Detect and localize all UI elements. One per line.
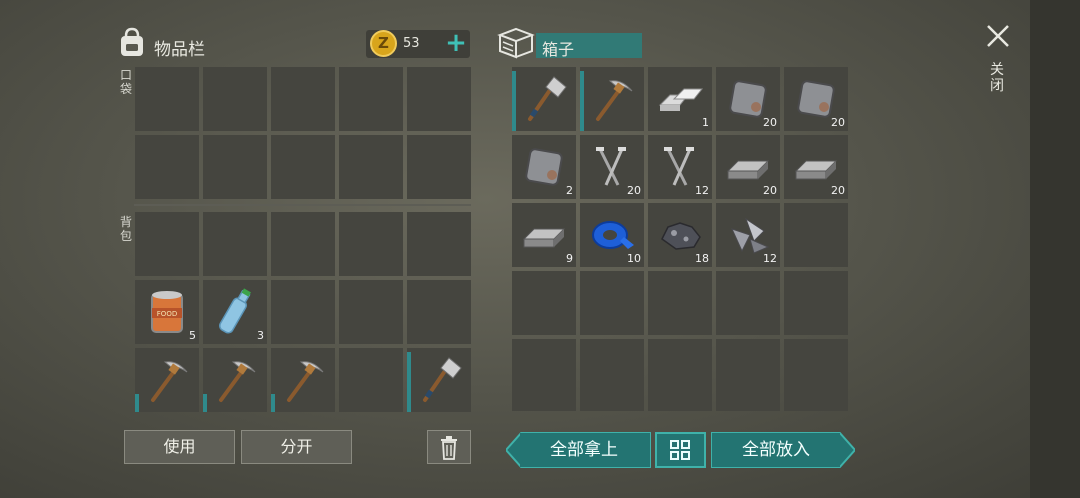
close-label[interactable]: 关闭 <box>990 62 1006 94</box>
durability-bar <box>407 352 411 412</box>
item-count: 20 <box>627 184 641 197</box>
box-slot-iron-bar[interactable]: 20 <box>716 135 780 199</box>
pocket-label: 口袋 <box>119 68 132 96</box>
take-all-button[interactable]: 全部拿上 <box>520 433 648 467</box>
box-slot-partial[interactable] <box>648 399 712 411</box>
box-slot-empty[interactable] <box>512 339 576 403</box>
coin-count: 53 <box>403 36 420 51</box>
box-slot-empty[interactable] <box>512 271 576 335</box>
backpack-slot-pickaxe[interactable] <box>135 348 199 412</box>
svg-text:FOOD: FOOD <box>157 310 177 318</box>
box-slot-partial[interactable] <box>784 399 848 411</box>
backpack-slot-empty[interactable] <box>135 212 199 276</box>
trash-button[interactable] <box>427 430 471 464</box>
box-slot-empty[interactable] <box>580 339 644 403</box>
backpack-slot-food-can[interactable]: FOOD 5 <box>135 280 199 344</box>
pocket-slot-empty[interactable] <box>135 135 199 199</box>
box-slot-iron-bar[interactable]: 9 <box>512 203 576 267</box>
box-slot-partial[interactable] <box>716 399 780 411</box>
box-slot-empty[interactable] <box>716 339 780 403</box>
item-count: 10 <box>627 252 641 265</box>
item-count: 5 <box>189 329 196 342</box>
item-count: 18 <box>695 252 709 265</box>
coin-icon: Z <box>370 30 397 57</box>
item-count: 20 <box>831 184 845 197</box>
grid-sort-icon <box>670 440 690 460</box>
pocket-slot-empty[interactable] <box>203 67 267 131</box>
box-slot-partial[interactable] <box>512 399 576 411</box>
backpack-slot-empty[interactable] <box>339 280 403 344</box>
box-title-field[interactable]: 箱子 <box>536 33 642 59</box>
use-button[interactable]: 使用 <box>124 430 235 464</box>
inventory-title: 物品栏 <box>154 40 205 60</box>
box-slot-nails[interactable]: 12 <box>648 135 712 199</box>
box-slot-iron-plate[interactable]: 2 <box>512 135 576 199</box>
trash-icon <box>441 436 457 460</box>
item-count: 1 <box>702 116 709 129</box>
item-count: 3 <box>257 329 264 342</box>
backpack-slot-empty[interactable] <box>407 280 471 344</box>
box-slot-partial[interactable] <box>580 399 644 411</box>
backpack-slot-empty[interactable] <box>271 212 335 276</box>
box-slot-empty[interactable] <box>648 339 712 403</box>
box-slot-nails[interactable]: 20 <box>580 135 644 199</box>
backpack-slot-empty[interactable] <box>407 212 471 276</box>
pocket-slot-empty[interactable] <box>203 135 267 199</box>
backpack-slot-hatchet[interactable] <box>407 348 471 412</box>
item-count: 2 <box>566 184 573 197</box>
backpack-slot-empty[interactable] <box>339 348 403 412</box>
item-count: 20 <box>763 184 777 197</box>
durability-bar <box>580 71 584 131</box>
backpack-slot-empty[interactable] <box>271 280 335 344</box>
backpack-slot-empty[interactable] <box>203 212 267 276</box>
sort-button[interactable] <box>655 432 706 468</box>
pocket-slot-empty[interactable] <box>271 67 335 131</box>
box-slot-aluminum-ingot[interactable]: 1 <box>648 67 712 131</box>
backpack-slot-water-bottle[interactable]: 3 <box>203 280 267 344</box>
box-slot-tape[interactable]: 10 <box>580 203 644 267</box>
backpack-icon <box>116 26 148 58</box>
add-coins-button[interactable]: + <box>444 30 468 58</box>
split-button[interactable]: 分开 <box>241 430 352 464</box>
durability-bar <box>512 71 516 131</box>
box-slot-empty[interactable] <box>784 271 848 335</box>
box-title: 箱子 <box>542 40 575 59</box>
pocket-slot-empty[interactable] <box>339 135 403 199</box>
item-count: 12 <box>695 184 709 197</box>
close-icon[interactable] <box>984 22 1012 50</box>
box-slot-iron-plate[interactable]: 20 <box>716 67 780 131</box>
put-all-button[interactable]: 全部放入 <box>712 433 840 467</box>
pocket-slot-empty[interactable] <box>407 67 471 131</box>
box-slot-empty[interactable] <box>648 271 712 335</box>
side-panel <box>1030 0 1080 498</box>
section-divider <box>134 204 471 206</box>
durability-bar <box>271 394 275 412</box>
item-count: 20 <box>763 116 777 129</box>
item-count: 20 <box>831 116 845 129</box>
box-slot-hatchet[interactable] <box>512 67 576 131</box>
box-slot-empty[interactable] <box>580 271 644 335</box>
pocket-slot-empty[interactable] <box>271 135 335 199</box>
box-icon <box>497 27 535 59</box>
item-count: 9 <box>566 252 573 265</box>
backpack-slot-pickaxe[interactable] <box>271 348 335 412</box>
box-slot-empty[interactable] <box>784 203 848 267</box>
durability-bar <box>135 394 139 412</box>
box-slot-empty[interactable] <box>716 271 780 335</box>
coin-counter: Z 53 + <box>366 30 470 58</box>
backpack-label: 背包 <box>119 215 132 243</box>
box-slot-iron-bar[interactable]: 20 <box>784 135 848 199</box>
backpack-slot-pickaxe[interactable] <box>203 348 267 412</box>
box-slot-scrap-metal[interactable]: 12 <box>716 203 780 267</box>
backpack-slot-empty[interactable] <box>339 212 403 276</box>
box-slot-iron-plate[interactable]: 20 <box>784 67 848 131</box>
box-slot-empty[interactable] <box>784 339 848 403</box>
pocket-slot-empty[interactable] <box>339 67 403 131</box>
box-slot-iron-ore[interactable]: 18 <box>648 203 712 267</box>
pocket-slot-empty[interactable] <box>135 67 199 131</box>
durability-bar <box>203 394 207 412</box>
item-count: 12 <box>763 252 777 265</box>
pocket-slot-empty[interactable] <box>407 135 471 199</box>
box-slot-pickaxe[interactable] <box>580 67 644 131</box>
